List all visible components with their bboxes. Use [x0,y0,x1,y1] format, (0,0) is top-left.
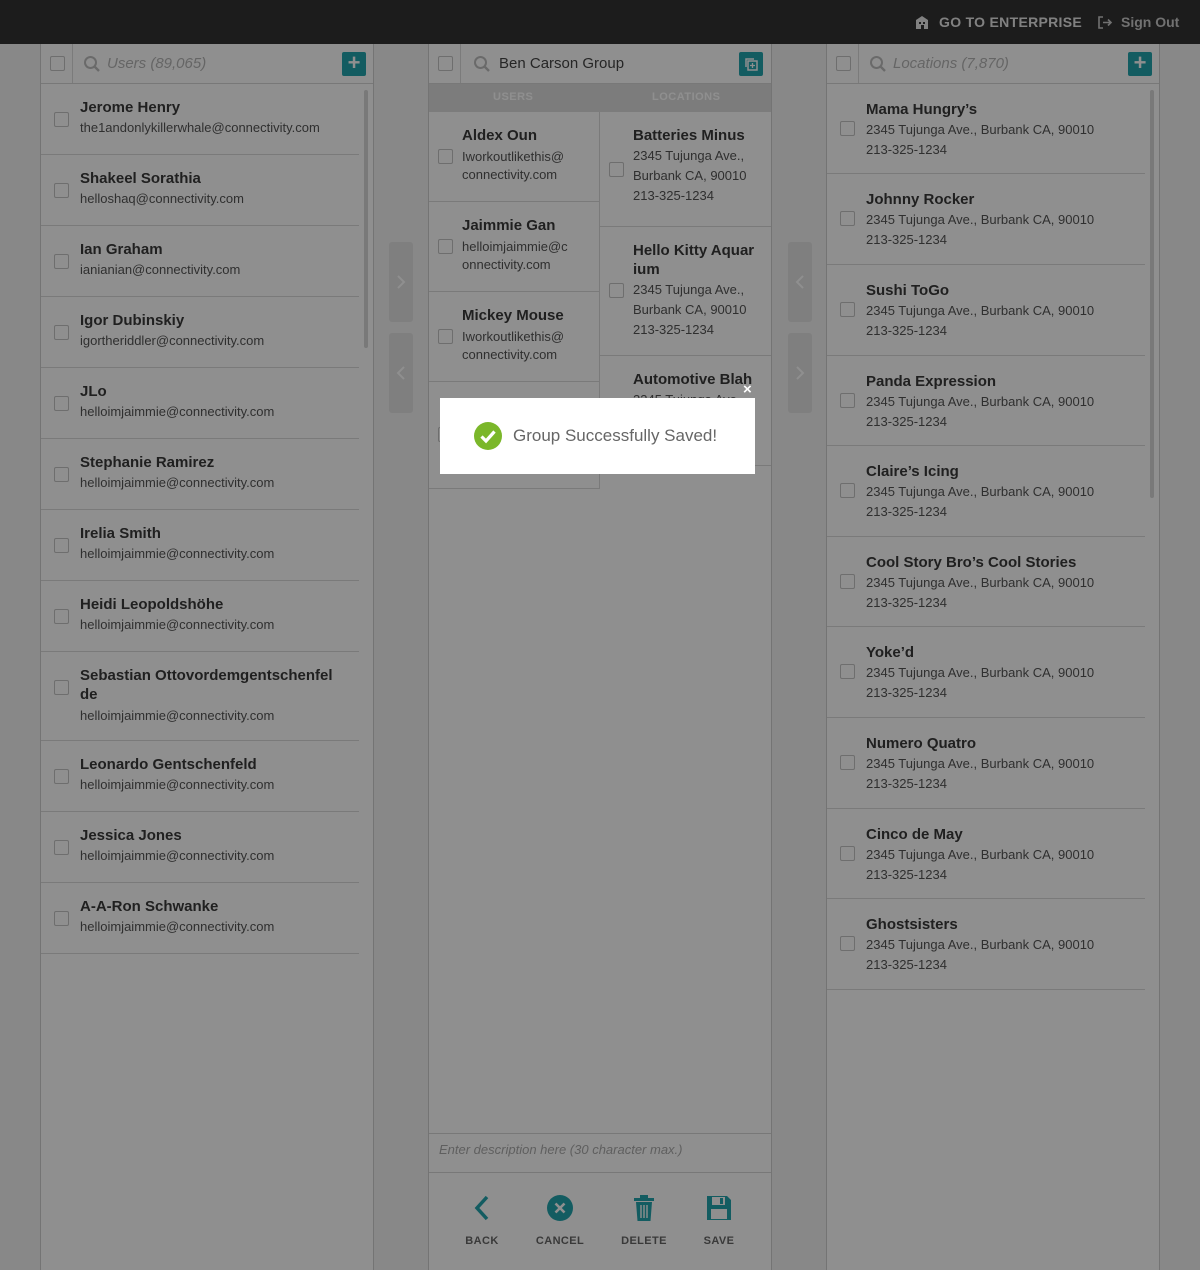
close-toast-button[interactable]: × [743,381,757,398]
toast-message: Group Successfully Saved! [513,426,718,445]
success-toast: Group Successfully Saved! [440,398,755,474]
modal-overlay[interactable] [0,0,1200,1270]
success-check-icon [474,422,502,450]
